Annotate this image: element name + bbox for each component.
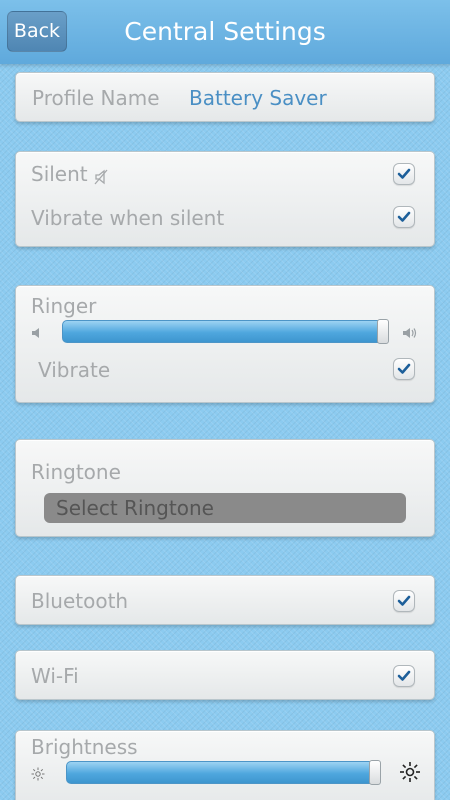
wifi-card[interactable]: Wi-Fi [15,650,435,700]
ringer-slider[interactable] [62,320,388,343]
top-bar: Central Settings Back [0,0,450,64]
checkmark-icon [397,363,411,374]
brightness-card: Brightness [15,730,435,800]
speaker-low-icon [31,324,41,343]
vibrate-when-silent-checkbox[interactable] [393,206,415,228]
ringer-vibrate-checkbox[interactable] [393,358,415,380]
sun-large-icon [399,761,421,787]
back-button[interactable]: Back [7,11,67,52]
bluetooth-checkbox[interactable] [393,590,415,612]
silent-card: Silent Vibrate when silent [15,151,435,247]
ringtone-card: Ringtone Select Ringtone [15,439,435,537]
bluetooth-card[interactable]: Bluetooth [15,575,435,625]
checkmark-icon [397,595,411,606]
silent-checkbox[interactable] [393,163,415,185]
profile-name-card[interactable]: Profile Name Battery Saver [15,72,435,122]
wifi-label: Wi-Fi [31,664,79,688]
muted-speaker-icon [94,166,108,184]
select-ringtone-button[interactable]: Select Ringtone [44,493,406,523]
silent-label: Silent [31,162,108,186]
wifi-checkbox[interactable] [393,665,415,687]
brightness-slider[interactable] [66,761,380,784]
sun-small-icon [31,766,45,785]
ringtone-label: Ringtone [31,460,121,484]
brightness-slider-thumb[interactable] [369,760,381,785]
checkmark-icon [397,211,411,222]
ringer-label: Ringer [31,294,97,318]
silent-label-text: Silent [31,162,88,186]
checkmark-icon [397,168,411,179]
speaker-high-icon [402,324,418,343]
page-title: Central Settings [124,17,326,46]
brightness-label: Brightness [31,735,138,759]
ringer-vibrate-label: Vibrate [38,358,111,382]
vibrate-when-silent-label: Vibrate when silent [31,206,225,230]
profile-name-label: Profile Name [32,86,160,110]
ringer-card: Ringer Vibrate [15,285,435,403]
ringer-slider-thumb[interactable] [377,319,389,344]
profile-name-value[interactable]: Battery Saver [189,86,327,110]
bluetooth-label: Bluetooth [31,589,129,613]
checkmark-icon [397,670,411,681]
